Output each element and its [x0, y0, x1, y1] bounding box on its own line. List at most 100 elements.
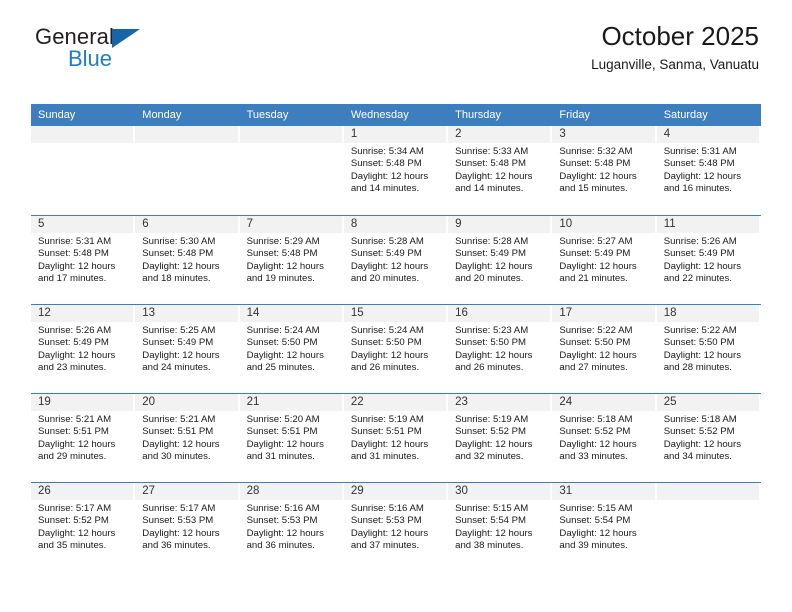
daylight-text-line1: Daylight: 12 hours	[455, 527, 533, 539]
day-cell[interactable]: 27 Sunrise: 5:17 AM Sunset: 5:53 PM Dayligh…	[135, 483, 239, 571]
logo-text-blue: Blue	[68, 46, 113, 71]
day-sun-info: Sunrise: 5:31 AM Sunset: 5:48 PM Daylight:…	[31, 233, 135, 286]
daylight-text-line2: and 19 minutes.	[246, 273, 315, 285]
daylight-text-line1: Daylight: 12 hours	[663, 438, 742, 450]
day-cell-empty	[656, 483, 761, 571]
day-number: 19	[38, 396, 51, 408]
day-cell[interactable]: 6 Sunrise: 5:30 AM Sunset: 5:48 PM Daylight…	[135, 216, 239, 304]
daylight-text-line1: Daylight: 12 hours	[559, 170, 637, 182]
day-sun-info: Sunrise: 5:22 AM Sunset: 5:50 PM Daylight:…	[657, 322, 761, 375]
daylight-text-line1: Daylight: 12 hours	[455, 260, 533, 272]
weekday-header-thursday: Thursday	[455, 109, 501, 121]
day-cell[interactable]: 12 Sunrise: 5:26 AM Sunset: 5:49 PM Dayligh…	[31, 305, 135, 393]
weekday-header-wednesday: Wednesday	[350, 109, 409, 121]
day-cell[interactable]: 31 Sunrise: 5:15 AM Sunset: 5:54 PM Dayligh…	[552, 483, 656, 571]
day-cell[interactable]: 30 Sunrise: 5:15 AM Sunset: 5:54 PM Dayligh…	[448, 483, 552, 571]
daylight-text-line1: Daylight: 12 hours	[38, 349, 116, 361]
day-number-strip: 9	[448, 216, 551, 233]
day-sun-info: Sunrise: 5:18 AM Sunset: 5:52 PM Daylight:…	[552, 411, 656, 464]
title-block: October 2025 Luganville, Sanma, Vanuatu	[591, 21, 759, 73]
sunset-text: Sunset: 5:53 PM	[142, 515, 214, 527]
day-cell[interactable]: 16 Sunrise: 5:23 AM Sunset: 5:50 PM Dayligh…	[448, 305, 552, 393]
day-cell[interactable]: 15 Sunrise: 5:24 AM Sunset: 5:50 PM Dayligh…	[343, 305, 448, 393]
sunrise-text: Sunrise: 5:34 AM	[350, 146, 424, 157]
day-cell[interactable]: 21 Sunrise: 5:20 AM Sunset: 5:51 PM Dayligh…	[239, 394, 344, 482]
sunset-text: Sunset: 5:50 PM	[246, 337, 318, 349]
day-cell[interactable]: 29 Sunrise: 5:16 AM Sunset: 5:53 PM Dayligh…	[343, 483, 448, 571]
daylight-text-line1: Daylight: 12 hours	[559, 349, 637, 361]
day-cell-empty	[31, 126, 135, 215]
day-cell[interactable]: 19 Sunrise: 5:21 AM Sunset: 5:51 PM Dayligh…	[31, 394, 135, 482]
calendar-week-row: 12 Sunrise: 5:26 AM Sunset: 5:49 PM Dayligh…	[31, 304, 761, 393]
day-sun-info: Sunrise: 5:32 AM Sunset: 5:48 PM Daylight:…	[552, 143, 656, 196]
day-cell[interactable]: 22 Sunrise: 5:19 AM Sunset: 5:51 PM Dayligh…	[343, 394, 448, 482]
day-number: 18	[663, 307, 677, 319]
daylight-text-line1: Daylight: 12 hours	[350, 438, 429, 450]
day-sun-info: Sunrise: 5:18 AM Sunset: 5:52 PM Daylight:…	[657, 411, 761, 464]
sunrise-text: Sunrise: 5:15 AM	[455, 503, 529, 514]
day-number: 8	[350, 218, 358, 230]
day-cell[interactable]: 11 Sunrise: 5:26 AM Sunset: 5:49 PM Dayligh…	[656, 216, 761, 304]
day-number-strip: 23	[448, 394, 551, 411]
day-number: 12	[38, 307, 51, 319]
sunrise-text: Sunrise: 5:19 AM	[350, 414, 424, 425]
day-sun-info: Sunrise: 5:33 AM Sunset: 5:48 PM Daylight:…	[448, 143, 552, 196]
day-number-strip: 27	[135, 483, 238, 500]
day-cell[interactable]: 3 Sunrise: 5:32 AM Sunset: 5:48 PM Daylight…	[552, 126, 656, 215]
day-number: 21	[246, 396, 260, 408]
calendar-week-row: 19 Sunrise: 5:21 AM Sunset: 5:51 PM Dayligh…	[31, 393, 761, 482]
day-number-strip: 16	[448, 305, 551, 322]
sunrise-text: Sunrise: 5:33 AM	[455, 146, 529, 157]
daylight-text-line1: Daylight: 12 hours	[38, 438, 116, 450]
sunset-text: Sunset: 5:51 PM	[246, 426, 318, 438]
day-sun-info: Sunrise: 5:15 AM Sunset: 5:54 PM Daylight:…	[552, 500, 656, 553]
day-cell[interactable]: 13 Sunrise: 5:25 AM Sunset: 5:49 PM Dayligh…	[135, 305, 239, 393]
sunrise-text: Sunrise: 5:15 AM	[559, 503, 633, 514]
day-cell[interactable]: 10 Sunrise: 5:27 AM Sunset: 5:49 PM Dayligh…	[552, 216, 656, 304]
day-cell[interactable]: 1 Sunrise: 5:34 AM Sunset: 5:48 PM Daylight…	[343, 126, 448, 215]
sunset-text: Sunset: 5:48 PM	[142, 248, 214, 260]
day-cell[interactable]: 14 Sunrise: 5:24 AM Sunset: 5:50 PM Dayligh…	[239, 305, 344, 393]
sunset-text: Sunset: 5:48 PM	[455, 158, 527, 170]
day-cell[interactable]: 17 Sunrise: 5:22 AM Sunset: 5:50 PM Dayligh…	[552, 305, 656, 393]
day-sun-info: Sunrise: 5:17 AM Sunset: 5:53 PM Daylight:…	[135, 500, 239, 553]
day-number: 5	[38, 218, 45, 230]
daylight-text-line2: and 24 minutes.	[142, 362, 211, 374]
daylight-text-line1: Daylight: 12 hours	[142, 260, 220, 272]
day-cell[interactable]: 7 Sunrise: 5:29 AM Sunset: 5:48 PM Daylight…	[239, 216, 344, 304]
day-cell[interactable]: 20 Sunrise: 5:21 AM Sunset: 5:51 PM Dayligh…	[135, 394, 239, 482]
daylight-text-line1: Daylight: 12 hours	[559, 527, 637, 539]
day-cell[interactable]: 25 Sunrise: 5:18 AM Sunset: 5:52 PM Dayligh…	[656, 394, 761, 482]
daylight-text-line1: Daylight: 12 hours	[38, 260, 116, 272]
day-sun-info: Sunrise: 5:23 AM Sunset: 5:50 PM Daylight:…	[448, 322, 552, 375]
sunrise-text: Sunrise: 5:21 AM	[142, 414, 216, 425]
daylight-text-line2: and 36 minutes.	[142, 540, 211, 552]
day-cell[interactable]: 26 Sunrise: 5:17 AM Sunset: 5:52 PM Dayligh…	[31, 483, 135, 571]
day-cell[interactable]: 8 Sunrise: 5:28 AM Sunset: 5:49 PM Daylight…	[343, 216, 448, 304]
calendar-week-row: 5 Sunrise: 5:31 AM Sunset: 5:48 PM Daylight…	[31, 215, 761, 304]
day-cell[interactable]: 5 Sunrise: 5:31 AM Sunset: 5:48 PM Daylight…	[31, 216, 135, 304]
daylight-text-line2: and 31 minutes.	[246, 451, 315, 463]
daylight-text-line2: and 37 minutes.	[350, 540, 420, 552]
daylight-text-line2: and 18 minutes.	[142, 273, 211, 285]
day-cell[interactable]: 23 Sunrise: 5:19 AM Sunset: 5:52 PM Dayligh…	[448, 394, 552, 482]
day-number-strip: 13	[135, 305, 238, 322]
sunrise-text: Sunrise: 5:26 AM	[38, 325, 112, 336]
day-cell[interactable]: 2 Sunrise: 5:33 AM Sunset: 5:48 PM Daylight…	[448, 126, 552, 215]
day-cell[interactable]: 9 Sunrise: 5:28 AM Sunset: 5:49 PM Daylight…	[448, 216, 552, 304]
day-cell[interactable]: 28 Sunrise: 5:16 AM Sunset: 5:53 PM Dayligh…	[239, 483, 344, 571]
sunset-text: Sunset: 5:48 PM	[350, 158, 422, 170]
general-blue-logo[interactable]: General Blue	[35, 26, 235, 82]
sunset-text: Sunset: 5:52 PM	[455, 426, 527, 438]
day-sun-info: Sunrise: 5:21 AM Sunset: 5:51 PM Daylight:…	[135, 411, 239, 464]
daylight-text-line1: Daylight: 12 hours	[663, 170, 742, 182]
day-cell[interactable]: 4 Sunrise: 5:31 AM Sunset: 5:48 PM Daylight…	[656, 126, 761, 215]
sunrise-text: Sunrise: 5:26 AM	[663, 236, 737, 247]
daylight-text-line1: Daylight: 12 hours	[142, 349, 220, 361]
day-number-strip: 6	[135, 216, 238, 233]
daylight-text-line1: Daylight: 12 hours	[246, 527, 324, 539]
day-cell[interactable]: 24 Sunrise: 5:18 AM Sunset: 5:52 PM Dayligh…	[552, 394, 656, 482]
day-number: 2	[455, 128, 462, 140]
day-cell[interactable]: 18 Sunrise: 5:22 AM Sunset: 5:50 PM Dayligh…	[656, 305, 761, 393]
sunset-text: Sunset: 5:50 PM	[559, 337, 631, 349]
